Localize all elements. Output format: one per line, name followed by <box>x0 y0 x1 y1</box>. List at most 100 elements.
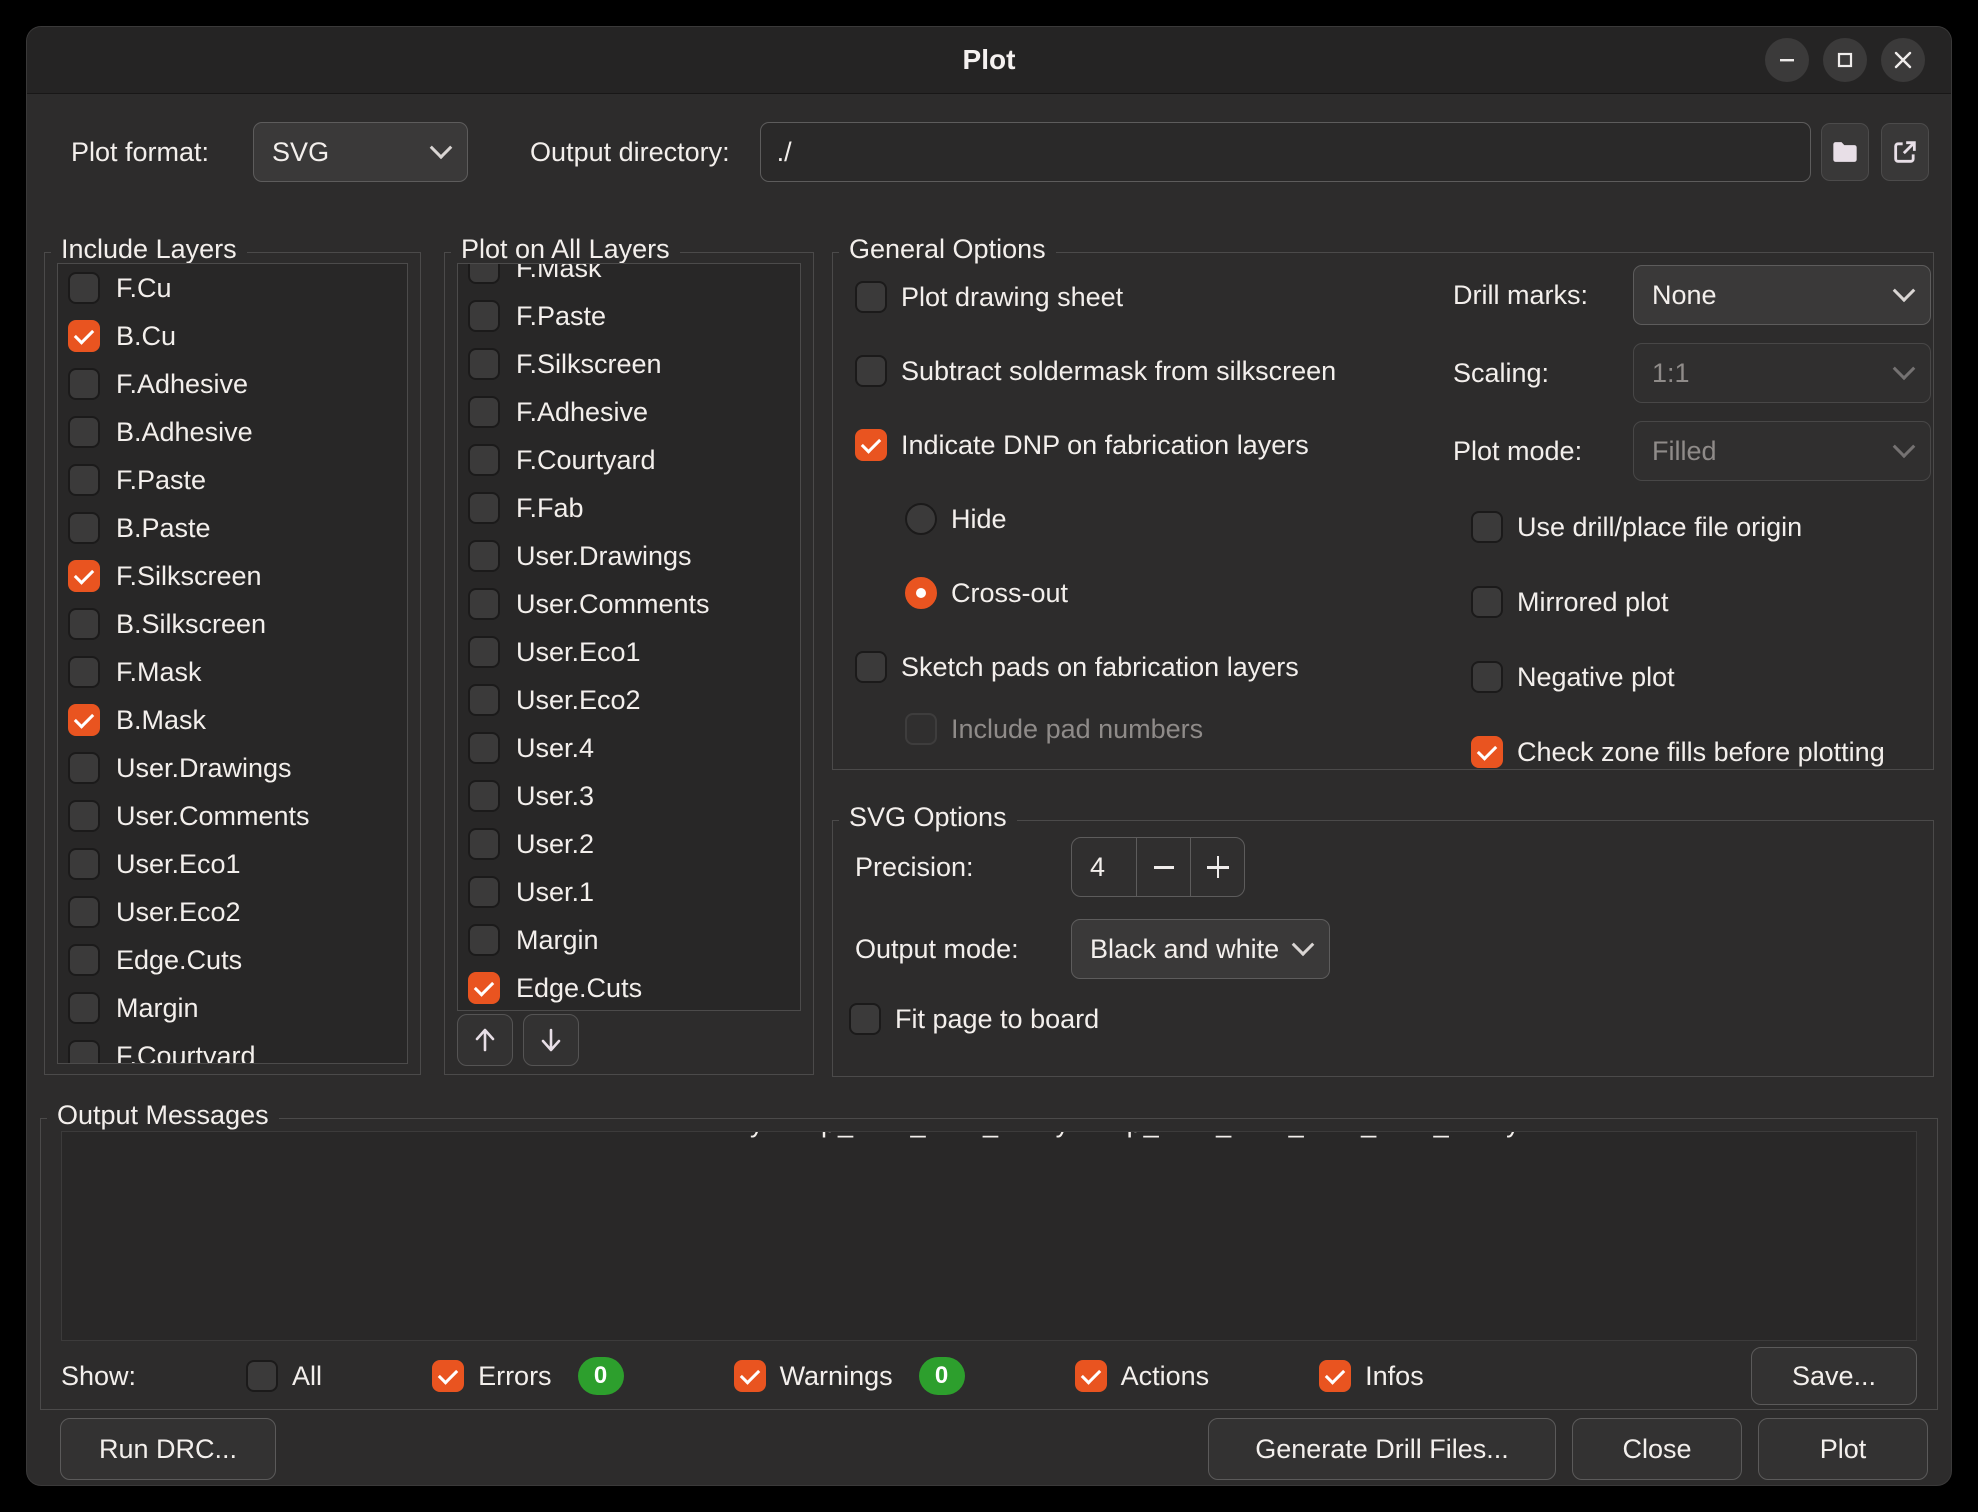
plot-all-layer-row[interactable]: User.2 <box>458 820 800 868</box>
include-layer-row[interactable]: F.Silkscreen <box>58 552 407 600</box>
layer-checkbox[interactable] <box>68 1040 100 1064</box>
plot-all-layer-row[interactable]: User.Eco2 <box>458 676 800 724</box>
save-button[interactable]: Save... <box>1751 1347 1917 1405</box>
option-checkbox[interactable] <box>1471 511 1503 543</box>
layer-checkbox[interactable] <box>468 636 500 668</box>
filter-toggle[interactable]: Actions <box>1075 1360 1210 1392</box>
filter-toggle[interactable]: Infos <box>1319 1360 1424 1392</box>
precision-increment-button[interactable] <box>1190 838 1244 896</box>
general-option-row[interactable]: Negative plot <box>1471 659 1931 695</box>
move-layer-down-button[interactable] <box>523 1014 579 1066</box>
option-checkbox[interactable] <box>855 429 887 461</box>
layer-checkbox[interactable] <box>68 272 100 304</box>
plot-all-layer-row[interactable]: Margin <box>458 916 800 964</box>
plot-format-select[interactable]: SVG <box>253 122 468 182</box>
option-checkbox[interactable] <box>1471 736 1503 768</box>
run-drc-button[interactable]: Run DRC... <box>60 1418 276 1480</box>
messages-panel[interactable]: y p_ _ _ y p_ _ _ _ _ y <box>61 1131 1917 1341</box>
plot-all-layer-row[interactable]: F.Paste <box>458 292 800 340</box>
plot-all-layer-row[interactable]: F.Mask <box>458 263 800 292</box>
plot-all-layer-row[interactable]: F.Silkscreen <box>458 340 800 388</box>
fit-page-row[interactable]: Fit page to board <box>849 1001 1099 1037</box>
open-output-directory-button[interactable] <box>1881 123 1929 181</box>
layer-checkbox[interactable] <box>468 780 500 812</box>
layer-checkbox[interactable] <box>468 540 500 572</box>
include-layer-row[interactable]: User.Eco2 <box>58 888 407 936</box>
include-layer-row[interactable]: F.Mask <box>58 648 407 696</box>
general-option-row[interactable]: Plot drawing sheet <box>855 279 1336 315</box>
include-layer-row[interactable]: B.Cu <box>58 312 407 360</box>
sketch-pads-row[interactable]: Sketch pads on fabrication layers <box>855 649 1336 685</box>
include-layer-row[interactable]: User.Drawings <box>58 744 407 792</box>
filter-checkbox[interactable] <box>1319 1360 1351 1392</box>
layer-checkbox[interactable] <box>68 464 100 496</box>
plot-all-layer-row[interactable]: User.1 <box>458 868 800 916</box>
general-option-row[interactable]: Check zone fills before plotting <box>1471 734 1931 770</box>
layer-checkbox[interactable] <box>68 752 100 784</box>
include-layer-row[interactable]: Margin <box>58 984 407 1032</box>
layer-checkbox[interactable] <box>468 684 500 716</box>
plot-all-layer-row[interactable]: F.Adhesive <box>458 388 800 436</box>
option-checkbox[interactable] <box>855 355 887 387</box>
layer-checkbox[interactable] <box>68 560 100 592</box>
plot-all-layer-row[interactable]: User.Drawings <box>458 532 800 580</box>
layer-checkbox[interactable] <box>468 828 500 860</box>
layer-checkbox[interactable] <box>68 416 100 448</box>
output-directory-input[interactable]: ./ <box>760 122 1811 182</box>
option-checkbox[interactable] <box>1471 586 1503 618</box>
plot-all-layer-row[interactable]: User.Comments <box>458 580 800 628</box>
plot-all-layer-row[interactable]: F.Fab <box>458 484 800 532</box>
include-layer-row[interactable]: User.Eco1 <box>58 840 407 888</box>
general-option-row[interactable]: Subtract soldermask from silkscreen <box>855 353 1336 389</box>
fit-page-checkbox[interactable] <box>849 1003 881 1035</box>
layer-checkbox[interactable] <box>468 732 500 764</box>
filter-checkbox[interactable] <box>432 1360 464 1392</box>
browse-directory-button[interactable] <box>1821 123 1869 181</box>
close-button[interactable] <box>1881 38 1925 82</box>
move-layer-up-button[interactable] <box>457 1014 513 1066</box>
layer-checkbox[interactable] <box>68 896 100 928</box>
include-layer-row[interactable]: B.Paste <box>58 504 407 552</box>
layer-checkbox[interactable] <box>68 512 100 544</box>
layer-checkbox[interactable] <box>68 848 100 880</box>
close-dialog-button[interactable]: Close <box>1572 1418 1742 1480</box>
layer-checkbox[interactable] <box>68 704 100 736</box>
layer-checkbox[interactable] <box>68 656 100 688</box>
layer-checkbox[interactable] <box>68 992 100 1024</box>
general-option-row[interactable]: Indicate DNP on fabrication layers <box>855 427 1336 463</box>
include-layer-row[interactable]: B.Mask <box>58 696 407 744</box>
dnp-radio-row[interactable]: Hide <box>905 501 1336 537</box>
filter-checkbox[interactable] <box>1075 1360 1107 1392</box>
minimize-button[interactable] <box>1765 38 1809 82</box>
layer-checkbox[interactable] <box>68 608 100 640</box>
include-layer-row[interactable]: F.Courtyard <box>58 1032 407 1064</box>
drill-marks-select[interactable]: None <box>1633 265 1931 325</box>
layer-checkbox[interactable] <box>68 944 100 976</box>
layer-checkbox[interactable] <box>468 396 500 428</box>
include-layer-row[interactable]: Edge.Cuts <box>58 936 407 984</box>
generate-drill-files-button[interactable]: Generate Drill Files... <box>1208 1418 1556 1480</box>
plot-all-layer-row[interactable]: Edge.Cuts <box>458 964 800 1011</box>
plot-all-layer-row[interactable]: F.Courtyard <box>458 436 800 484</box>
layer-checkbox[interactable] <box>468 492 500 524</box>
layer-checkbox[interactable] <box>468 876 500 908</box>
filter-checkbox[interactable] <box>246 1360 278 1392</box>
radio-button[interactable] <box>905 577 937 609</box>
include-layer-row[interactable]: B.Silkscreen <box>58 600 407 648</box>
sketch-pads-checkbox[interactable] <box>855 651 887 683</box>
filter-toggle[interactable]: Errors 0 <box>432 1357 624 1395</box>
include-layer-row[interactable]: F.Paste <box>58 456 407 504</box>
precision-decrement-button[interactable] <box>1136 838 1190 896</box>
precision-spinner[interactable]: 4 <box>1071 837 1245 897</box>
layer-checkbox[interactable] <box>468 263 500 284</box>
plot-all-layer-row[interactable]: User.3 <box>458 772 800 820</box>
layer-checkbox[interactable] <box>468 972 500 1004</box>
include-layer-row[interactable]: B.Adhesive <box>58 408 407 456</box>
option-checkbox[interactable] <box>855 281 887 313</box>
layer-checkbox[interactable] <box>468 588 500 620</box>
filter-toggle[interactable]: All <box>246 1360 322 1392</box>
include-layer-row[interactable]: F.Adhesive <box>58 360 407 408</box>
plot-button[interactable]: Plot <box>1758 1418 1928 1480</box>
general-option-row[interactable]: Mirrored plot <box>1471 584 1931 620</box>
option-checkbox[interactable] <box>1471 661 1503 693</box>
